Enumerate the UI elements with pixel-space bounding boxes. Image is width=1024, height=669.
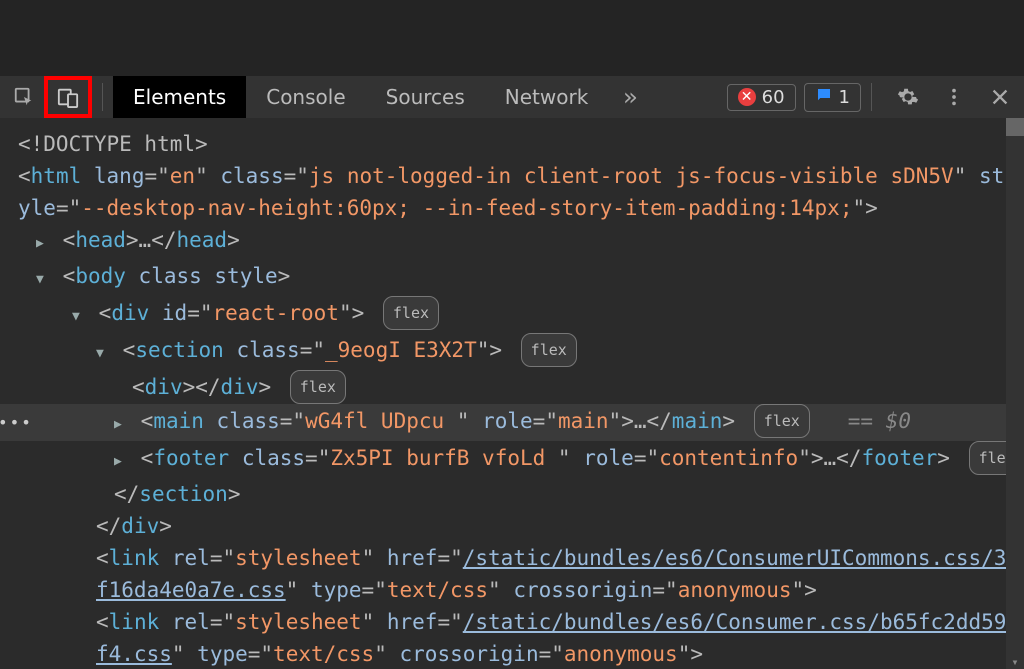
flex-pill[interactable]: flex [383,296,439,330]
expand-icon[interactable]: ▶ [114,409,128,441]
empty-div-node[interactable]: <div></div> flex [18,370,1008,404]
flex-pill[interactable]: flex [754,404,810,438]
link2-node[interactable]: <link rel="stylesheet" href="/static/bun… [18,606,1008,669]
head-node[interactable]: ▶ <head>…</head> [18,224,1008,260]
doctype-line[interactable]: <!DOCTYPE html> [18,128,1008,160]
device-toggle-highlight [44,76,92,118]
tab-console[interactable]: Console [246,76,365,118]
section-open[interactable]: ▼ <section class="_9eogI E3X2T"> flex [18,333,1008,370]
more-tabs-icon[interactable]: » [612,83,648,111]
close-icon[interactable] [984,81,1016,113]
settings-icon[interactable] [892,81,924,113]
section-close[interactable]: </section> [18,478,1008,510]
toolbar-divider [871,83,872,111]
collapse-icon[interactable]: ▼ [36,264,50,296]
flex-pill[interactable]: flex [290,370,346,404]
html-open[interactable]: <html lang="en" class="js not-logged-in … [18,160,1008,224]
messages-count: 1 [839,87,850,108]
selected-main-node[interactable]: ••• ▶ <main class="wG4fl UDpcu " role="m… [0,404,1024,441]
row-actions-icon[interactable]: ••• [0,407,33,439]
toolbar-divider [102,83,103,111]
elements-tree[interactable]: <!DOCTYPE html> <html lang="en" class="j… [0,118,1024,669]
inspect-element-icon[interactable] [8,81,40,113]
toggle-device-icon[interactable] [52,81,84,113]
vertical-scrollbar[interactable]: ▾ [1006,118,1024,669]
scrollbar-thumb[interactable] [1006,118,1024,136]
collapse-icon[interactable]: ▼ [96,338,110,370]
react-root-open[interactable]: ▼ <div id="react-root"> flex [18,296,1008,333]
flex-pill[interactable]: flex [521,333,577,367]
selection-trailer: == $0 [848,409,911,433]
link1-node[interactable]: <link rel="stylesheet" href="/static/bun… [18,542,1008,606]
devtools-toolbar: Elements Console Sources Network » ✕ 60 … [0,76,1024,118]
errors-badge[interactable]: ✕ 60 [727,84,796,111]
expand-icon[interactable]: ▶ [36,228,50,260]
expand-icon[interactable]: ▶ [114,446,128,478]
messages-badge[interactable]: 1 [804,83,861,112]
scroll-down-icon[interactable]: ▾ [1006,655,1024,669]
kebab-menu-icon[interactable] [938,81,970,113]
footer-node[interactable]: ▶ <footer class="Zx5PI burfB vfoLd " rol… [18,441,1008,478]
error-dot-icon: ✕ [738,88,756,106]
message-icon [815,86,833,109]
errors-count: 60 [762,87,785,108]
collapse-icon[interactable]: ▼ [72,301,86,333]
tabs: Elements Console Sources Network [113,76,608,118]
div-close[interactable]: </div> [18,510,1008,542]
tab-network[interactable]: Network [485,76,609,118]
status-badges: ✕ 60 1 [727,83,861,112]
titlebar-area [0,0,1024,76]
tab-elements[interactable]: Elements [113,76,246,118]
tab-sources[interactable]: Sources [366,76,485,118]
body-open[interactable]: ▼ <body class style> [18,260,1008,296]
